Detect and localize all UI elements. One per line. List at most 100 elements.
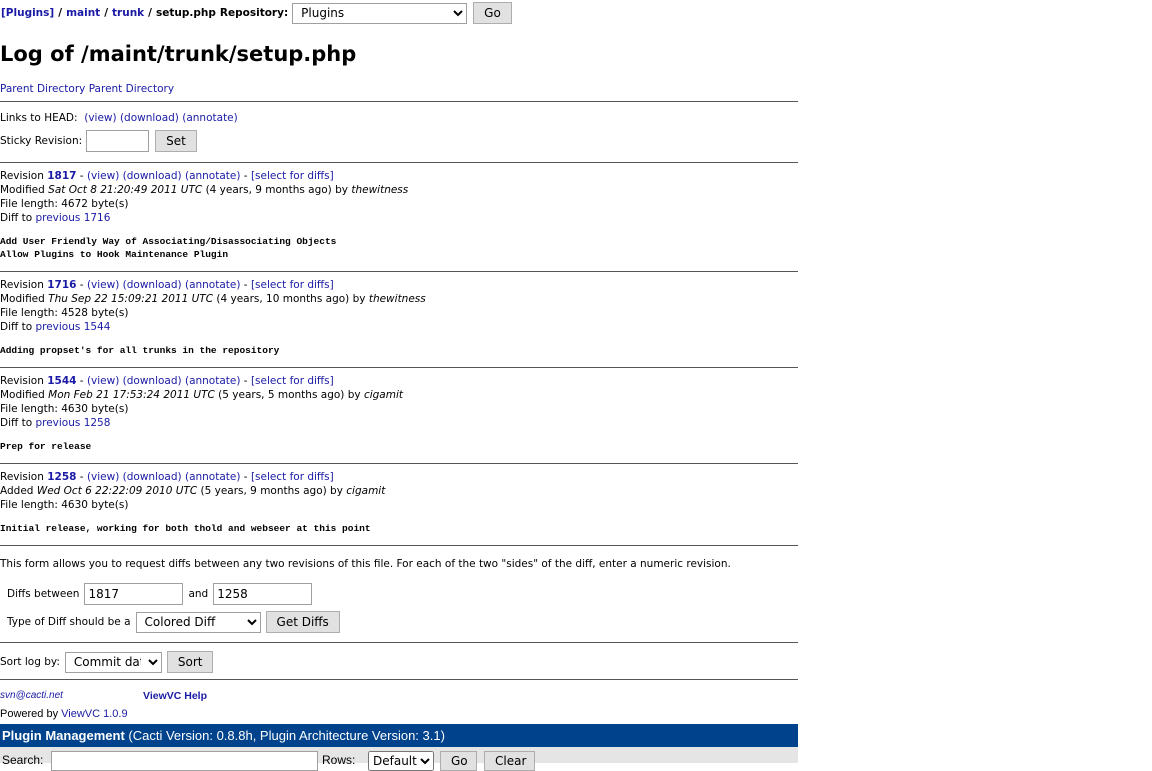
diff-previous-link[interactable]: previous 1258 [35, 417, 110, 429]
revision-modified: Modified Sat Oct 8 21:20:49 2011 UTC (4 … [0, 183, 408, 197]
revision-modified: Modified Mon Feb 21 17:53:24 2011 UTC (5… [0, 388, 403, 402]
revision-date: Wed Oct 6 22:22:09 2010 UTC [36, 485, 198, 497]
diff-previous-link[interactable]: previous 1716 [35, 212, 110, 224]
plugin-title: Plugin Management [2, 728, 125, 743]
repository-select[interactable]: Plugins [292, 2, 468, 24]
crumb-maint[interactable]: maint [66, 7, 100, 19]
revision-number-link[interactable]: 1258 [47, 471, 76, 483]
revision-date: Thu Sep 22 15:09:21 2011 UTC [48, 293, 214, 305]
diff-to-previous: Diff to previous 1258 [0, 416, 403, 430]
crumb-plugins[interactable]: [Plugins] [1, 7, 54, 19]
clear-button[interactable]: Clear [484, 751, 535, 771]
email-link[interactable]: svn@cacti.net [0, 689, 63, 703]
revision-entry: Revision 1817 - (view) (download) (annot… [0, 169, 408, 261]
annotate-link[interactable]: (annotate) [185, 375, 241, 387]
diff-type-row: Type of Diff should be a Colored Diff Ge… [7, 611, 340, 633]
revision-modified: Added Wed Oct 6 22:22:09 2010 UTC (5 yea… [0, 484, 385, 498]
page-title: Log of /maint/trunk/setup.php [0, 42, 357, 66]
plugin-go-button[interactable]: Go [440, 751, 477, 771]
divider [0, 162, 798, 163]
sort-button[interactable]: Sort [166, 651, 214, 673]
divider [0, 545, 798, 546]
diff-to-previous: Diff to previous 1716 [0, 211, 408, 225]
sticky-revision-input[interactable] [86, 130, 150, 152]
divider [0, 101, 798, 102]
revision-age: (5 years, 9 months ago) by [200, 485, 343, 497]
plugin-management-header: Plugin Management (Cacti Version: 0.8.8h… [0, 724, 798, 747]
sticky-revision: Sticky Revision: Set [0, 130, 197, 152]
rows-label: Rows: [322, 753, 356, 767]
download-link[interactable]: (download) [123, 375, 182, 387]
repo-label: Repository: [219, 7, 289, 19]
revision-number-link[interactable]: 1544 [47, 375, 76, 387]
diff-to-label: Diff to [0, 321, 33, 333]
powered-by: Powered by ViewVC 1.0.9 [0, 707, 128, 721]
get-diffs-button[interactable]: Get Diffs [265, 611, 340, 633]
diff-rev2-input[interactable] [213, 583, 313, 605]
head-view-link[interactable]: (view) [84, 112, 116, 124]
head-annotate-link[interactable]: (annotate) [182, 112, 238, 124]
revision-age: (5 years, 5 months ago) by [218, 389, 361, 401]
dash: - [76, 170, 87, 182]
view-link[interactable]: (view) [87, 170, 119, 182]
action: Modified [0, 389, 45, 401]
viewvc-help-link[interactable]: ViewVC Help [143, 689, 207, 703]
diff-previous-link[interactable]: previous 1544 [35, 321, 110, 333]
revision-label: Revision [0, 279, 44, 291]
diff-to-label: Diff to [0, 417, 33, 429]
diff-rev1-input[interactable] [84, 583, 184, 605]
sep: / [104, 7, 109, 19]
revision-header: Revision 1544 - (view) (download) (annot… [0, 374, 403, 388]
revision-date: Mon Feb 21 17:53:24 2011 UTC [48, 389, 215, 401]
download-link[interactable]: (download) [123, 170, 182, 182]
parent-directory-link[interactable]: Parent Directory [0, 83, 85, 95]
crumb-file: setup.php [156, 7, 216, 19]
rows-select[interactable]: Default [368, 751, 434, 771]
revision-author: cigamit [346, 485, 386, 497]
view-link[interactable]: (view) [87, 279, 119, 291]
revision-label: Revision [0, 375, 44, 387]
head-links: Links to HEAD: (view) (download) (annota… [0, 111, 238, 125]
divider [0, 642, 798, 643]
download-link[interactable]: (download) [123, 471, 182, 483]
dash: - [240, 170, 251, 182]
revision-label: Revision [0, 170, 44, 182]
commit-message: Add User Friendly Way of Associating/Dis… [0, 236, 337, 260]
download-link[interactable]: (download) [123, 279, 182, 291]
action: Modified [0, 293, 45, 305]
go-button[interactable]: Go [473, 2, 512, 24]
search-input[interactable] [51, 751, 318, 771]
head-download-link[interactable]: (download) [120, 112, 179, 124]
view-link[interactable]: (view) [87, 471, 119, 483]
select-for-diffs-link[interactable]: [select for diffs] [251, 375, 334, 387]
viewvc-link[interactable]: ViewVC 1.0.9 [61, 708, 127, 720]
select-for-diffs-link[interactable]: [select for diffs] [251, 471, 334, 483]
revision-number-link[interactable]: 1716 [47, 279, 76, 291]
powered-label: Powered by [0, 708, 59, 720]
select-for-diffs-link[interactable]: [select for diffs] [251, 170, 334, 182]
sort-select[interactable]: Commit date [64, 651, 162, 673]
dash: - [240, 279, 251, 291]
parent-directory-link[interactable]: Parent Directory [89, 83, 174, 95]
diff-type-select[interactable]: Colored Diff [135, 611, 261, 633]
view-link[interactable]: (view) [87, 375, 119, 387]
diffs-between-row: Diffs between and [7, 583, 313, 605]
diff-form-description: This form allows you to request diffs be… [0, 558, 731, 570]
annotate-link[interactable]: (annotate) [185, 170, 241, 182]
revision-number-link[interactable]: 1817 [47, 170, 76, 182]
annotate-link[interactable]: (annotate) [185, 279, 241, 291]
revision-header: Revision 1817 - (view) (download) (annot… [0, 169, 408, 183]
annotate-link[interactable]: (annotate) [185, 471, 241, 483]
diff-to-previous: Diff to previous 1544 [0, 320, 426, 334]
revision-header: Revision 1258 - (view) (download) (annot… [0, 470, 385, 484]
revision-entry: Revision 1258 - (view) (download) (annot… [0, 470, 385, 535]
commit-message: Adding propset's for all trunks in the r… [0, 345, 280, 356]
parent-links: Parent Directory Parent Directory [0, 82, 174, 96]
dash: - [76, 279, 87, 291]
plugin-filter-bar: Search: Rows: Default Go Clear [0, 747, 798, 771]
crumb-trunk[interactable]: trunk [112, 7, 144, 19]
set-button[interactable]: Set [155, 130, 197, 152]
revision-modified: Modified Thu Sep 22 15:09:21 2011 UTC (4… [0, 292, 426, 306]
file-length: File length: 4672 byte(s) [0, 198, 129, 210]
select-for-diffs-link[interactable]: [select for diffs] [251, 279, 334, 291]
